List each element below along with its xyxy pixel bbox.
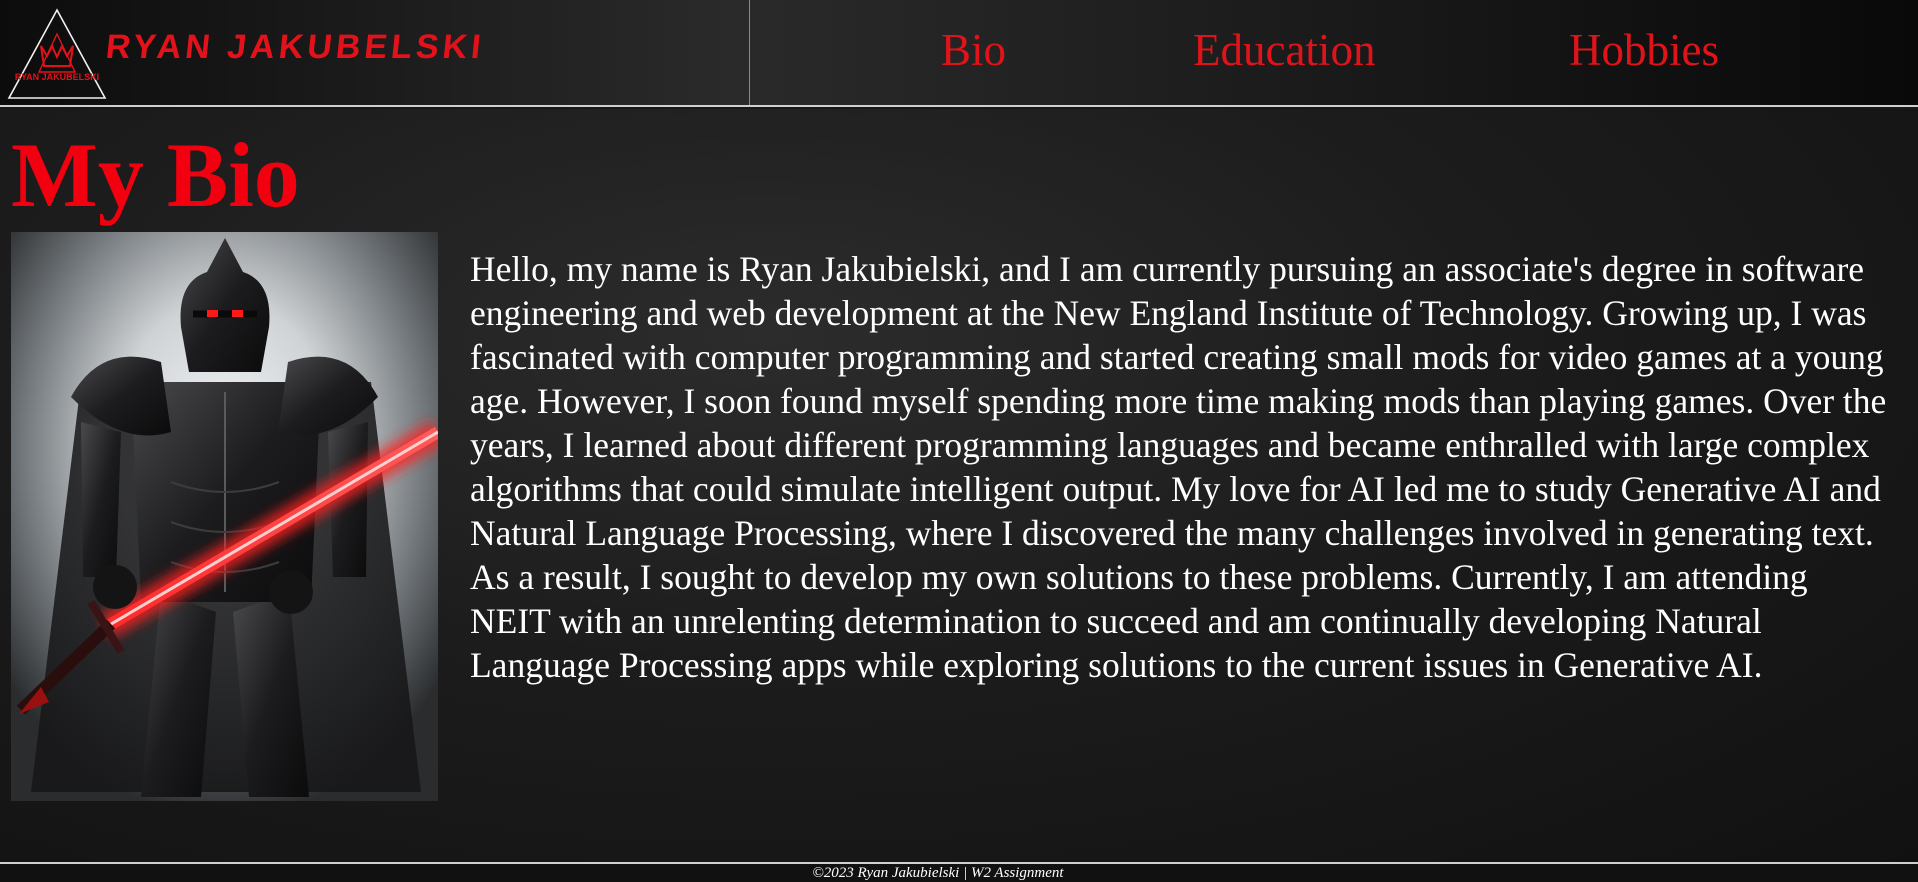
knight-portrait-image — [11, 232, 438, 801]
nav-link-education[interactable]: Education — [1193, 28, 1375, 73]
page-title: My Bio — [11, 124, 300, 226]
nav-link-bio[interactable]: Bio — [941, 28, 1006, 73]
footer-copyright: ©2023 Ryan Jakubielski | W2 Assignment — [812, 865, 1064, 881]
site-header: RYAN JAKUBELSKI RYAN JAKUBELSKI Bio Educ… — [0, 0, 1918, 107]
logo-area[interactable]: RYAN JAKUBELSKI RYAN JAKUBELSKI — [0, 0, 750, 105]
logo-text[interactable]: RYAN JAKUBELSKI — [104, 28, 487, 66]
bio-section: My Bio Hello, my name is Ryan Jakubielsk… — [0, 109, 1918, 862]
logo-icon-text: RYAN JAKUBELSKI — [15, 72, 99, 82]
triangle-crown-logo-icon[interactable]: RYAN JAKUBELSKI — [6, 8, 108, 100]
site-footer: ©2023 Ryan Jakubielski | W2 Assignment — [0, 862, 1918, 882]
nav-link-hobbies[interactable]: Hobbies — [1569, 28, 1719, 73]
knight-illustration — [11, 232, 438, 801]
bio-paragraph: Hello, my name is Ryan Jakubielski, and … — [470, 249, 1887, 685]
